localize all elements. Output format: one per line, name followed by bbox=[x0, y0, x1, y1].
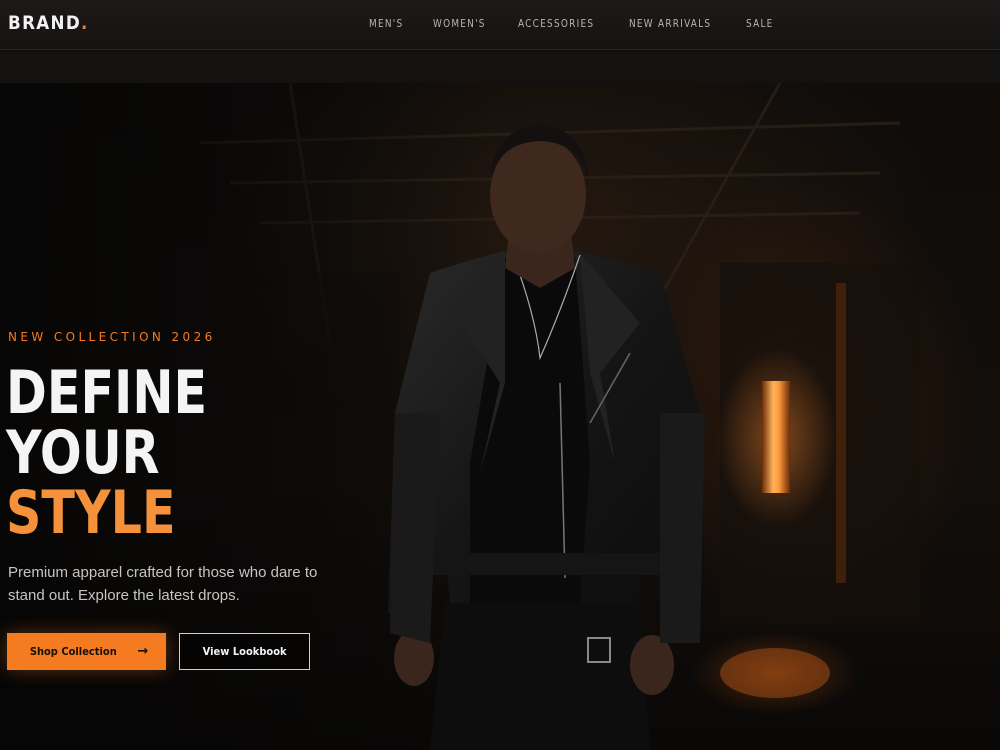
view-lookbook-button[interactable]: View Lookbook bbox=[179, 633, 310, 670]
brand-name: BRAND bbox=[8, 12, 82, 34]
site-header: BRAND. MEN'S WOMEN'S ACCESSORIES NEW ARR… bbox=[0, 0, 1000, 50]
nav-mens[interactable]: MEN'S bbox=[369, 17, 403, 30]
main-nav: MEN'S WOMEN'S ACCESSORIES NEW ARRIVALS S… bbox=[369, 17, 803, 30]
hero-subcopy: Premium apparel crafted for those who da… bbox=[8, 564, 318, 604]
brand-logo[interactable]: BRAND. bbox=[8, 12, 89, 34]
brand-dot: . bbox=[81, 12, 89, 34]
shop-collection-button[interactable]: Shop Collection → bbox=[7, 633, 166, 670]
hero-section: NEW COLLECTION 2026 DEFINE YOUR STYLE Pr… bbox=[0, 83, 1000, 750]
nav-accessories[interactable]: ACCESSORIES bbox=[518, 17, 594, 30]
view-lookbook-label: View Lookbook bbox=[202, 645, 287, 658]
headline-line-1: DEFINE bbox=[6, 358, 208, 428]
announcement-bar bbox=[0, 51, 1000, 83]
arrow-right-icon: → bbox=[137, 644, 149, 659]
collection-eyebrow: NEW COLLECTION 2026 bbox=[8, 330, 216, 344]
nav-womens[interactable]: WOMEN'S bbox=[433, 17, 486, 30]
shop-collection-label: Shop Collection bbox=[29, 645, 117, 658]
nav-new-arrivals[interactable]: NEW ARRIVALS bbox=[629, 17, 711, 30]
headline-line-3: STYLE bbox=[6, 478, 176, 548]
nav-sale[interactable]: SALE bbox=[746, 17, 774, 30]
headline-line-2: YOUR bbox=[6, 418, 160, 488]
hero-headline: DEFINE YOUR STYLE bbox=[6, 363, 207, 543]
